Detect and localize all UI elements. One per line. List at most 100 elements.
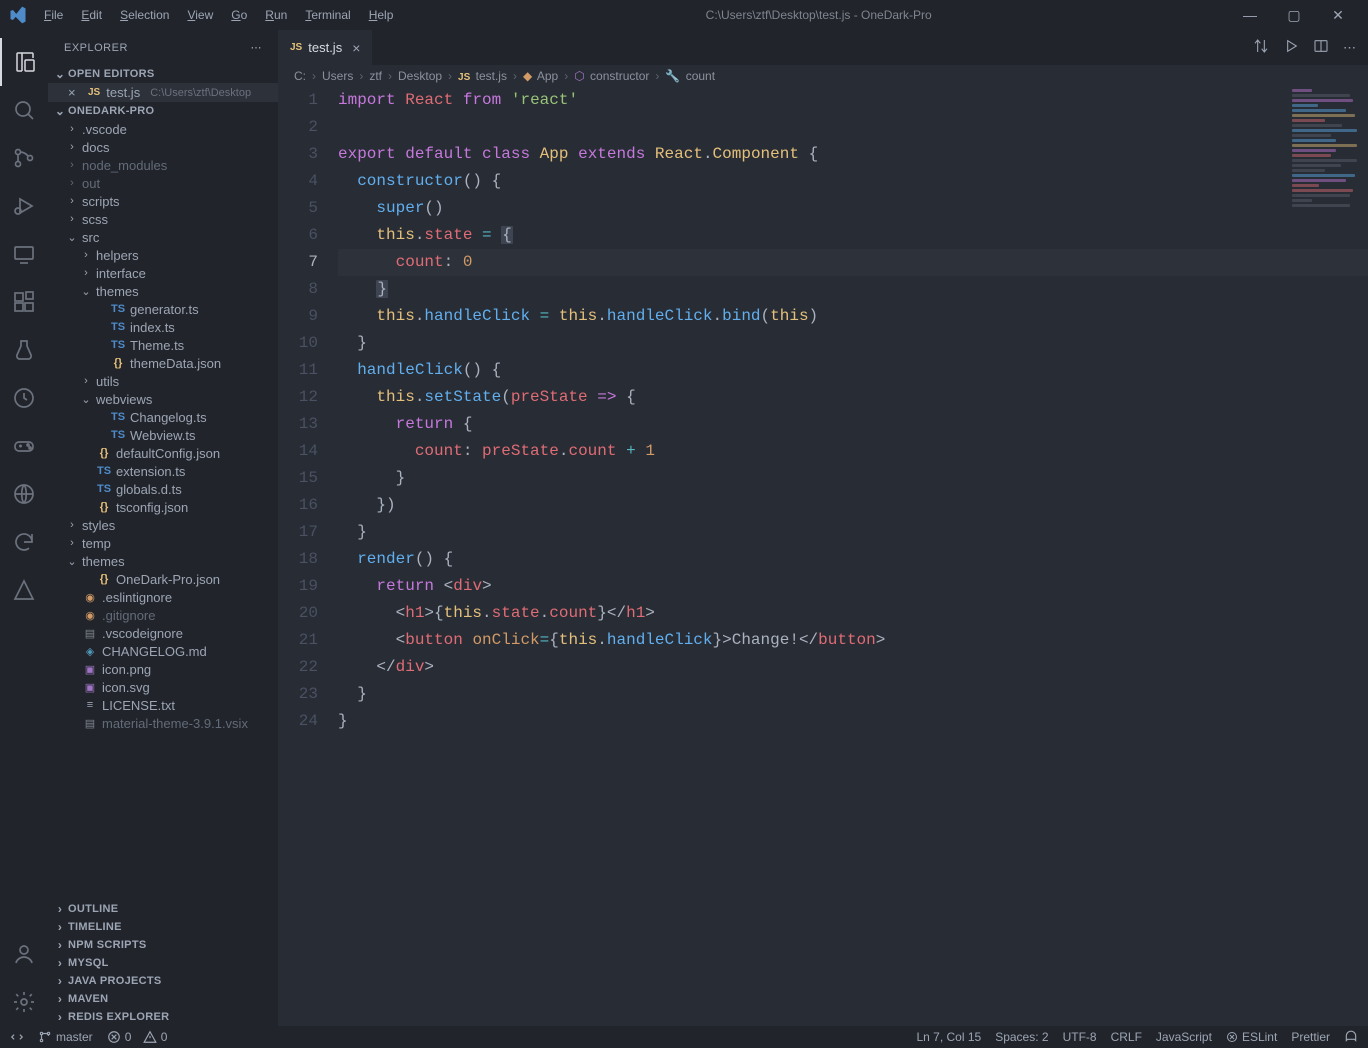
- notifications-icon[interactable]: [1344, 1030, 1358, 1044]
- file-globals-d-ts[interactable]: TSglobals.d.ts: [48, 480, 278, 498]
- file-icon-png[interactable]: ▣icon.png: [48, 660, 278, 678]
- menu-edit[interactable]: Edit: [73, 4, 110, 26]
- sync-icon[interactable]: [0, 518, 48, 566]
- menu-go[interactable]: Go: [223, 4, 255, 26]
- more-icon[interactable]: ⋯: [1343, 40, 1356, 56]
- project-header[interactable]: ⌄ ONEDARK-PRO: [48, 102, 278, 120]
- file-index-ts[interactable]: TSindex.ts: [48, 318, 278, 336]
- split-editor-icon[interactable]: [1313, 38, 1329, 57]
- eslint-status[interactable]: ESLint: [1226, 1030, 1277, 1044]
- open-editors-header[interactable]: ⌄ OPEN EDITORS: [48, 65, 278, 83]
- indentation[interactable]: Spaces: 2: [995, 1030, 1048, 1044]
- folder-src[interactable]: ⌄src: [48, 228, 278, 246]
- maximize-button[interactable]: ▢: [1280, 7, 1308, 24]
- tab-test-js[interactable]: JS test.js ×: [278, 30, 372, 65]
- prettier-status[interactable]: Prettier: [1291, 1030, 1330, 1044]
- file--gitignore[interactable]: ◉.gitignore: [48, 606, 278, 624]
- file-extension-ts[interactable]: TSextension.ts: [48, 462, 278, 480]
- folder-node-modules[interactable]: ›node_modules: [48, 156, 278, 174]
- run-icon[interactable]: [1283, 38, 1299, 57]
- close-icon[interactable]: ×: [68, 85, 82, 100]
- file-tsconfig-json[interactable]: {}tsconfig.json: [48, 498, 278, 516]
- breadcrumb-item[interactable]: ztf: [369, 69, 382, 83]
- folder-utils[interactable]: ›utils: [48, 372, 278, 390]
- folder-out[interactable]: ›out: [48, 174, 278, 192]
- more-icon[interactable]: ⋯: [251, 41, 263, 54]
- file-webview-ts[interactable]: TSWebview.ts: [48, 426, 278, 444]
- game-icon[interactable]: [0, 422, 48, 470]
- folder-interface[interactable]: ›interface: [48, 264, 278, 282]
- panel-timeline[interactable]: ›TIMELINE: [48, 918, 278, 936]
- breadcrumb-item[interactable]: ◆ App: [523, 69, 558, 83]
- file-changelog-ts[interactable]: TSChangelog.ts: [48, 408, 278, 426]
- folder--vscode[interactable]: ›.vscode: [48, 120, 278, 138]
- panel-mysql[interactable]: ›MYSQL: [48, 954, 278, 972]
- cursor-position[interactable]: Ln 7, Col 15: [916, 1030, 981, 1044]
- problems[interactable]: 0 0: [107, 1030, 168, 1044]
- run-debug-icon[interactable]: [0, 182, 48, 230]
- folder-docs[interactable]: ›docs: [48, 138, 278, 156]
- folder-webviews[interactable]: ⌄webviews: [48, 390, 278, 408]
- accounts-icon[interactable]: [0, 930, 48, 978]
- breadcrumbs[interactable]: C:› Users› ztf› Desktop›JS test.js›◆ App…: [278, 65, 1368, 87]
- git-branch[interactable]: master: [38, 1030, 93, 1044]
- extensions-icon[interactable]: [0, 278, 48, 326]
- testing-icon[interactable]: [0, 326, 48, 374]
- minimap[interactable]: [1288, 87, 1368, 227]
- panel-java-projects[interactable]: ›JAVA PROJECTS: [48, 972, 278, 990]
- explorer-icon[interactable]: [0, 38, 48, 86]
- folder-themes[interactable]: ⌄themes: [48, 282, 278, 300]
- close-button[interactable]: ✕: [1324, 7, 1352, 24]
- open-editor-item[interactable]: × JS test.js C:\Users\ztf\Desktop: [48, 83, 278, 102]
- folder-scripts[interactable]: ›scripts: [48, 192, 278, 210]
- file-changelog-md[interactable]: ◈CHANGELOG.md: [48, 642, 278, 660]
- folder-scss[interactable]: ›scss: [48, 210, 278, 228]
- search-icon[interactable]: [0, 86, 48, 134]
- code-content[interactable]: import React from 'react' export default…: [338, 87, 1368, 1026]
- folder-helpers[interactable]: ›helpers: [48, 246, 278, 264]
- panel-outline[interactable]: ›OUTLINE: [48, 900, 278, 918]
- encoding[interactable]: UTF-8: [1063, 1030, 1097, 1044]
- menu-terminal[interactable]: Terminal: [297, 4, 358, 26]
- close-icon[interactable]: ×: [352, 40, 360, 56]
- language-mode[interactable]: JavaScript: [1156, 1030, 1212, 1044]
- code-editor[interactable]: 123456789101112131415161718192021222324 …: [278, 87, 1368, 1026]
- remote-indicator[interactable]: [10, 1030, 24, 1044]
- breadcrumb-item[interactable]: C:: [294, 69, 306, 83]
- remote-icon[interactable]: [0, 230, 48, 278]
- breadcrumb-item[interactable]: ⬡ constructor: [574, 69, 649, 83]
- folder-temp[interactable]: ›temp: [48, 534, 278, 552]
- menu-selection[interactable]: Selection: [112, 4, 177, 26]
- history-icon[interactable]: [0, 374, 48, 422]
- source-control-icon[interactable]: [0, 134, 48, 182]
- minimize-button[interactable]: ―: [1236, 7, 1264, 23]
- file-generator-ts[interactable]: TSgenerator.ts: [48, 300, 278, 318]
- folder-styles[interactable]: ›styles: [48, 516, 278, 534]
- file-defaultconfig-json[interactable]: {}defaultConfig.json: [48, 444, 278, 462]
- file-themedata-json[interactable]: {}themeData.json: [48, 354, 278, 372]
- file-onedark-pro-json[interactable]: {}OneDark-Pro.json: [48, 570, 278, 588]
- breadcrumb-item[interactable]: Desktop: [398, 69, 442, 83]
- panel-maven[interactable]: ›MAVEN: [48, 990, 278, 1008]
- menu-file[interactable]: File: [36, 4, 71, 26]
- file--eslintignore[interactable]: ◉.eslintignore: [48, 588, 278, 606]
- breadcrumb-item[interactable]: JS test.js: [458, 69, 507, 83]
- folder-themes[interactable]: ⌄themes: [48, 552, 278, 570]
- breadcrumb-item[interactable]: 🔧 count: [665, 69, 715, 83]
- settings-gear-icon[interactable]: [0, 978, 48, 1026]
- menu-help[interactable]: Help: [361, 4, 402, 26]
- file-license-txt[interactable]: ≡LICENSE.txt: [48, 696, 278, 714]
- eol[interactable]: CRLF: [1111, 1030, 1142, 1044]
- compare-icon[interactable]: [1253, 38, 1269, 57]
- azure-icon[interactable]: [0, 566, 48, 614]
- file--vscodeignore[interactable]: ▤.vscodeignore: [48, 624, 278, 642]
- file-icon-svg[interactable]: ▣icon.svg: [48, 678, 278, 696]
- browser-icon[interactable]: [0, 470, 48, 518]
- menu-run[interactable]: Run: [257, 4, 295, 26]
- panel-npm-scripts[interactable]: ›NPM SCRIPTS: [48, 936, 278, 954]
- file-theme-ts[interactable]: TSTheme.ts: [48, 336, 278, 354]
- panel-redis-explorer[interactable]: ›REDIS EXPLORER: [48, 1008, 278, 1026]
- file-material-theme-3-9-1-vsix[interactable]: ▤material-theme-3.9.1.vsix: [48, 714, 278, 732]
- breadcrumb-item[interactable]: Users: [322, 69, 353, 83]
- menu-view[interactable]: View: [179, 4, 221, 26]
